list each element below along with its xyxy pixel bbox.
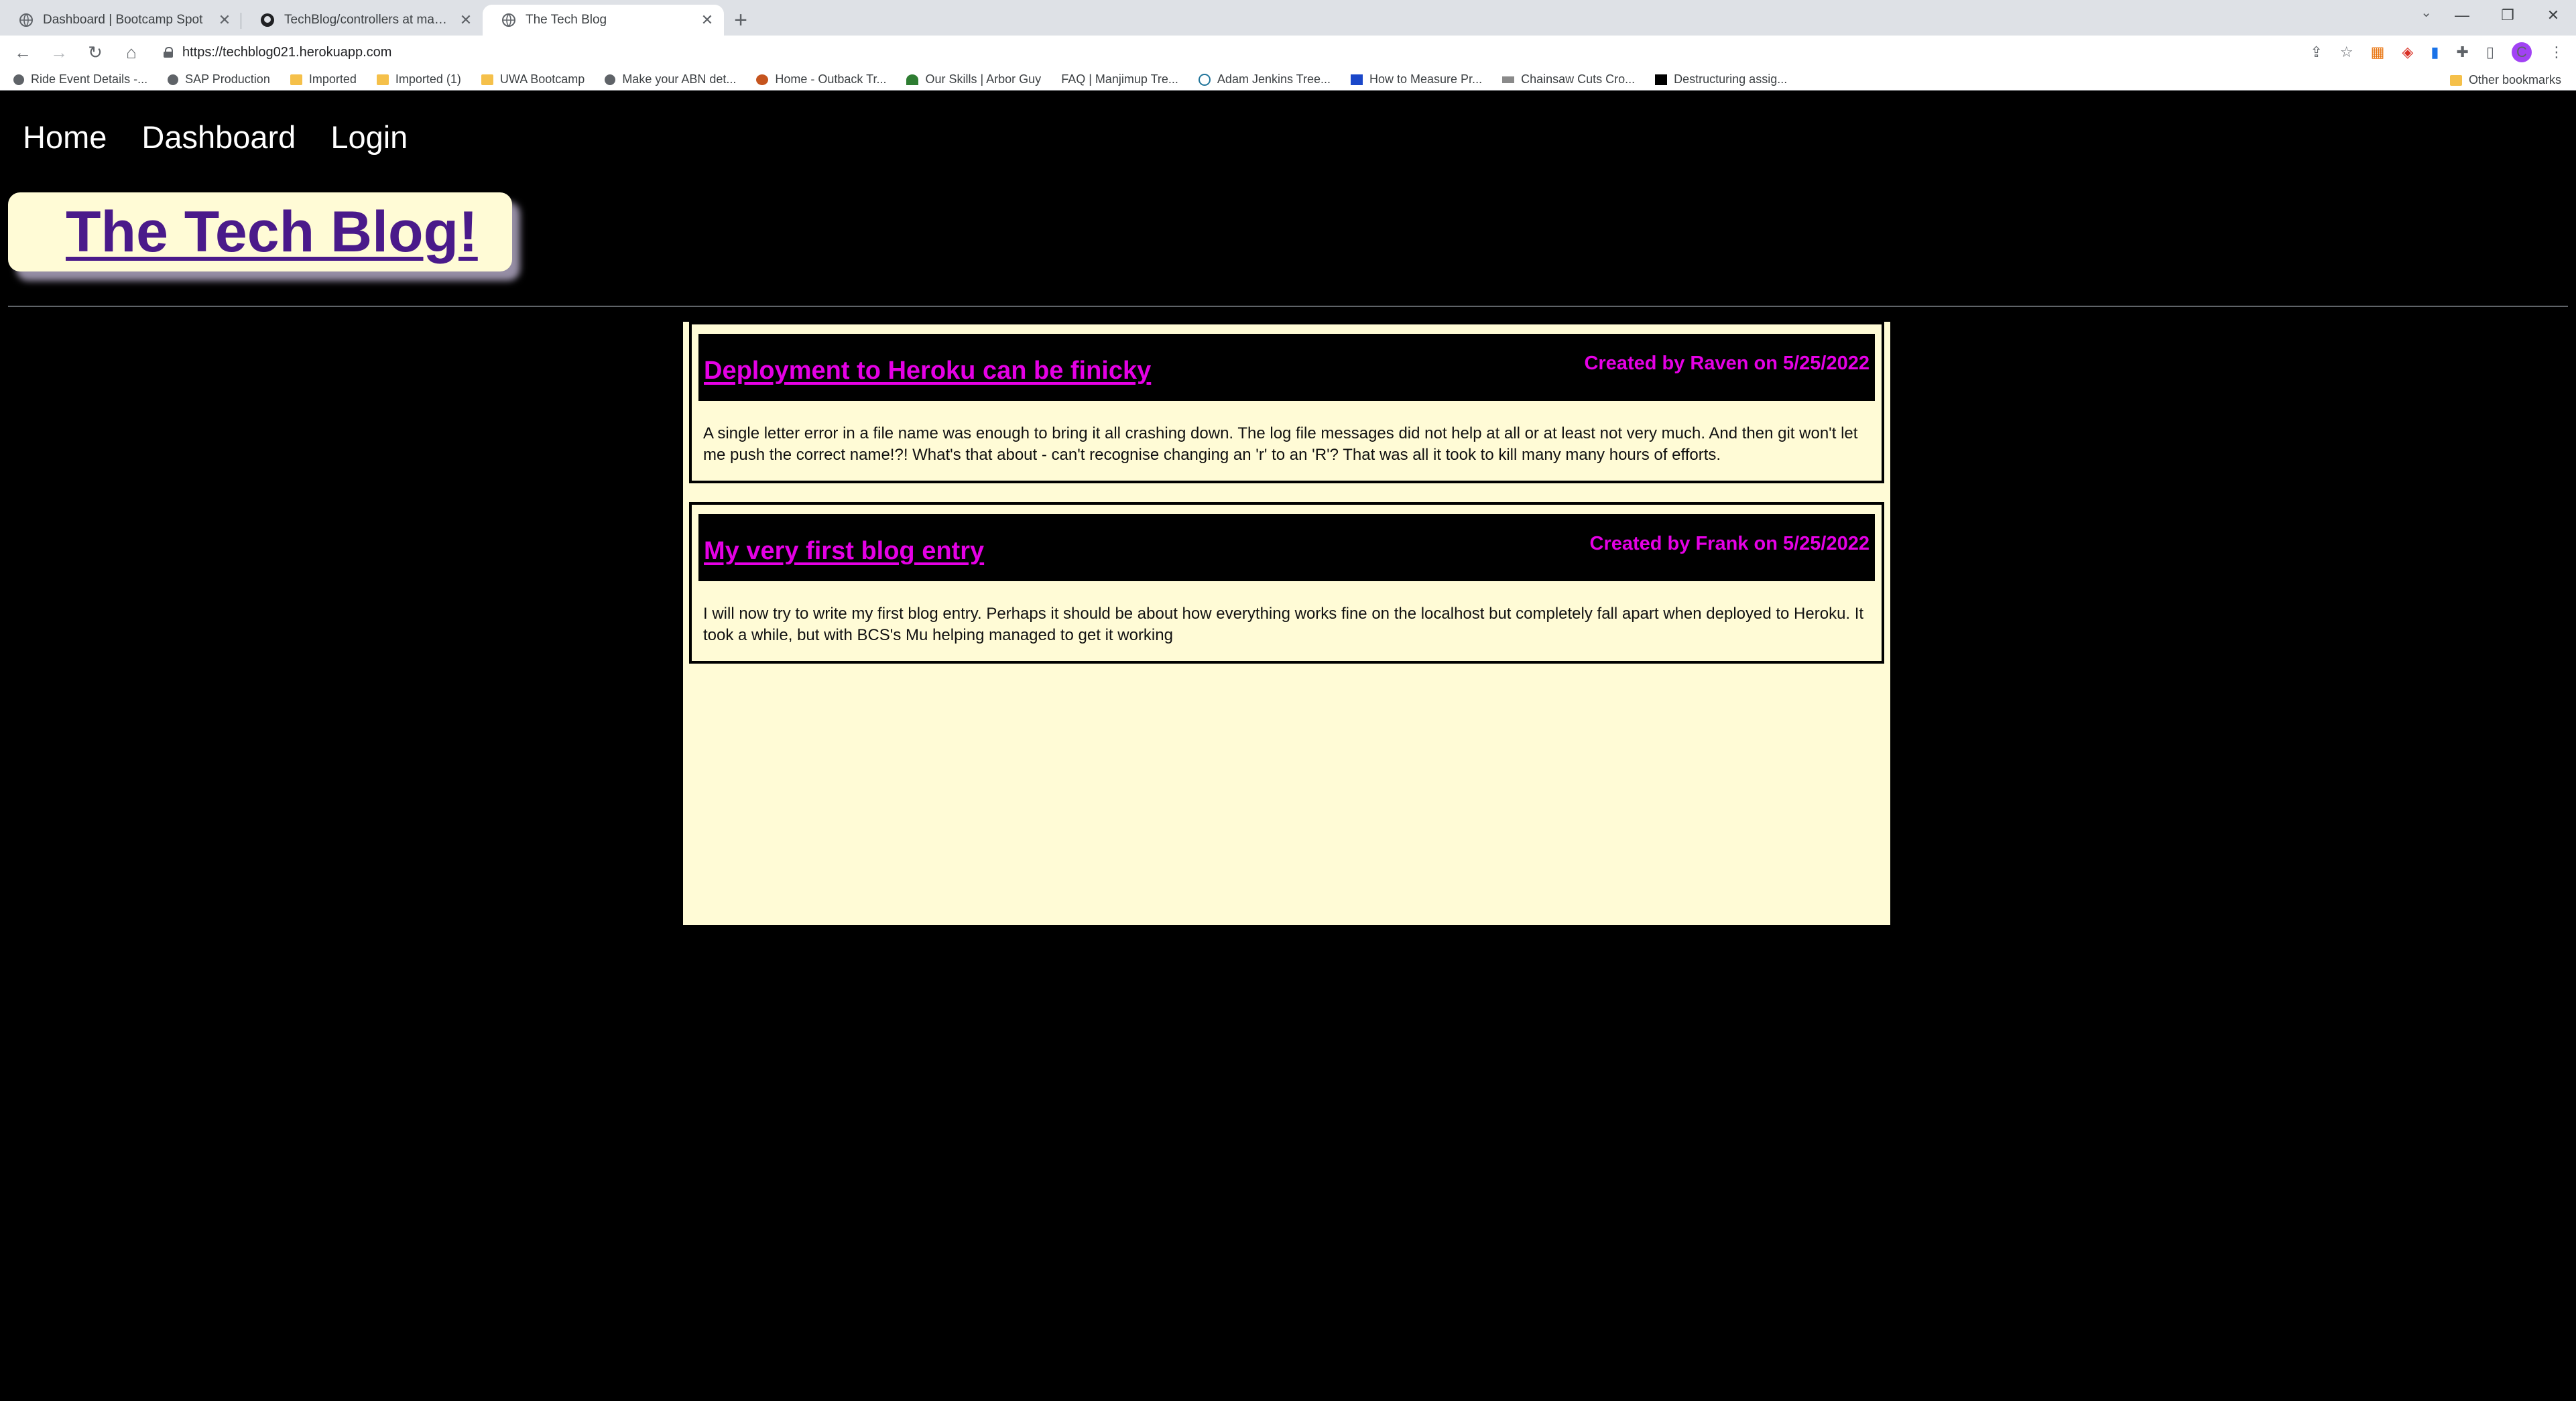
- arbor-icon: [906, 74, 919, 85]
- tab-label: Dashboard | Bootcamp Spot: [43, 13, 203, 27]
- toolbar-icons: ⇪ ☆ ▦ ◈ ▮ ✚ ▯ C ⋮: [2310, 42, 2564, 62]
- blog-post: Deployment to Heroku can be finicky Crea…: [689, 322, 1884, 483]
- nav-dashboard-link[interactable]: Dashboard: [141, 119, 296, 156]
- abn-icon: [605, 74, 616, 85]
- tab-github-techblog[interactable]: TechBlog/controllers at main · Co ✕: [241, 5, 483, 36]
- post-title-link[interactable]: My very first blog entry: [704, 537, 984, 566]
- site-title-link[interactable]: The Tech Blog!: [66, 199, 478, 265]
- close-tab-icon[interactable]: ✕: [700, 11, 715, 29]
- globe-icon: [19, 13, 33, 27]
- blog-post: My very first blog entry Created by Fran…: [689, 502, 1884, 664]
- home-icon[interactable]: ⌂: [121, 42, 142, 63]
- folder-icon: [376, 74, 389, 85]
- bookmark-star-icon[interactable]: ☆: [2340, 44, 2353, 61]
- browser-toolbar: ← → ↻ ⌂ https://techblog021.herokuapp.co…: [0, 36, 2576, 69]
- new-tab-button[interactable]: +: [724, 5, 757, 36]
- restore-icon[interactable]: ❐: [2485, 0, 2530, 31]
- globe-icon: [13, 74, 24, 85]
- bookmark-item[interactable]: Destructuring assig...: [1655, 72, 1787, 86]
- puzzle-extensions-icon[interactable]: ✚: [2456, 44, 2468, 61]
- bookmark-item[interactable]: How to Measure Pr...: [1351, 72, 1482, 86]
- wordpress-icon: [1198, 73, 1211, 86]
- other-bookmarks[interactable]: Other bookmarks: [2449, 73, 2561, 87]
- globe-icon: [168, 74, 179, 85]
- side-panel-icon[interactable]: ▯: [2486, 44, 2494, 61]
- posts-feed: Deployment to Heroku can be finicky Crea…: [683, 322, 1890, 925]
- bookmark-item[interactable]: Our Skills | Arbor Guy: [906, 72, 1041, 86]
- address-bar[interactable]: https://techblog021.herokuapp.com: [157, 39, 2295, 66]
- tab-label: The Tech Blog: [526, 13, 607, 27]
- post-body: I will now try to write my first blog en…: [703, 605, 1864, 644]
- folder-icon: [2449, 74, 2462, 86]
- header-divider: [8, 306, 2568, 307]
- nav-login-link[interactable]: Login: [330, 119, 408, 156]
- share-icon[interactable]: ⇪: [2310, 44, 2322, 61]
- folder-icon: [290, 74, 302, 85]
- bookmark-item[interactable]: Chainsaw Cuts Cro...: [1502, 72, 1635, 86]
- post-header: My very first blog entry Created by Fran…: [698, 514, 1875, 581]
- tab-bootcamp-dashboard[interactable]: Dashboard | Bootcamp Spot ✕: [0, 5, 241, 36]
- folder-icon: [481, 74, 493, 85]
- minimize-icon[interactable]: —: [2439, 0, 2485, 31]
- post-title-link[interactable]: Deployment to Heroku can be finicky: [704, 357, 1151, 385]
- profile-avatar[interactable]: C: [2512, 42, 2532, 62]
- url-text: https://techblog021.herokuapp.com: [182, 44, 392, 60]
- post-body: A single letter error in a file name was…: [703, 424, 1858, 464]
- outback-icon: [756, 74, 769, 85]
- site-title-banner: The Tech Blog!: [8, 192, 512, 271]
- bookmark-folder[interactable]: UWA Bootcamp: [481, 72, 585, 86]
- bookmark-item[interactable]: Make your ABN det...: [605, 72, 736, 86]
- forward-icon[interactable]: →: [48, 42, 70, 63]
- extension-icon[interactable]: ◈: [2402, 44, 2413, 61]
- tab-label: TechBlog/controllers at main · Co: [284, 13, 449, 27]
- post-author-date: Created by Frank on 5/25/2022: [1589, 533, 1869, 554]
- nav-home-link[interactable]: Home: [23, 119, 107, 156]
- trello-extension-icon[interactable]: ▮: [2431, 44, 2439, 61]
- close-window-icon[interactable]: ✕: [2530, 0, 2576, 31]
- tab-search-icon[interactable]: ⌄: [2420, 4, 2432, 21]
- bookmark-item[interactable]: SAP Production: [168, 72, 270, 86]
- menu-kebab-icon[interactable]: ⋮: [2549, 44, 2564, 61]
- chainsaw-icon: [1502, 76, 1515, 83]
- reload-icon[interactable]: ↻: [84, 42, 106, 63]
- bookmark-folder[interactable]: Imported (1): [376, 72, 461, 86]
- page-content: Home Dashboard Login The Tech Blog! Depl…: [0, 105, 2576, 1401]
- tab-strip: Dashboard | Bootcamp Spot ✕ TechBlog/con…: [0, 0, 2576, 36]
- close-tab-icon[interactable]: ✕: [458, 11, 473, 29]
- github-icon: [261, 13, 274, 27]
- bookmark-item[interactable]: Ride Event Details -...: [13, 72, 147, 86]
- bookmark-folder[interactable]: Imported: [290, 72, 357, 86]
- apps-grid-icon[interactable]: ▦: [2371, 44, 2385, 61]
- bookmark-item[interactable]: FAQ | Manjimup Tre...: [1061, 72, 1178, 86]
- lock-icon[interactable]: [164, 47, 173, 58]
- bookmark-item[interactable]: Adam Jenkins Tree...: [1198, 72, 1331, 86]
- back-icon[interactable]: ←: [12, 42, 34, 63]
- tab-the-tech-blog[interactable]: The Tech Blog ✕: [483, 5, 724, 36]
- browser-chrome: Dashboard | Bootcamp Spot ✕ TechBlog/con…: [0, 0, 2576, 90]
- site-nav: Home Dashboard Login: [23, 119, 408, 156]
- bookmarks-bar: Ride Event Details -... SAP Production I…: [0, 69, 2576, 90]
- globe-icon: [502, 13, 515, 27]
- bookmark-item[interactable]: Home - Outback Tr...: [756, 72, 886, 86]
- window-controls: — ❐ ✕: [2439, 0, 2576, 31]
- post-author-date: Created by Raven on 5/25/2022: [1584, 353, 1869, 374]
- site-icon: [1351, 74, 1363, 85]
- close-tab-icon[interactable]: ✕: [217, 11, 232, 29]
- medium-icon: [1655, 74, 1668, 85]
- post-header: Deployment to Heroku can be finicky Crea…: [698, 334, 1875, 401]
